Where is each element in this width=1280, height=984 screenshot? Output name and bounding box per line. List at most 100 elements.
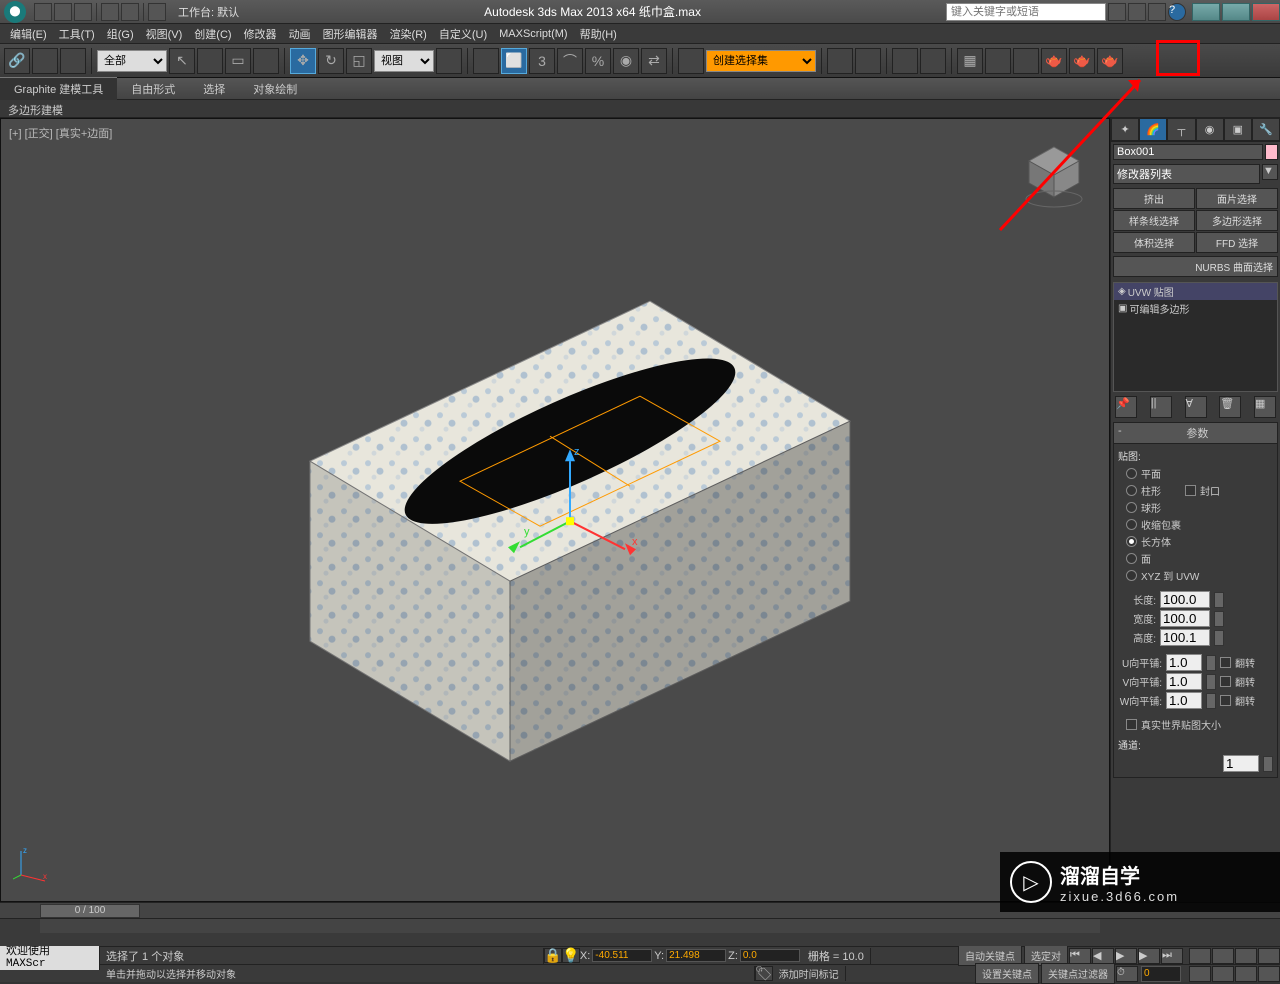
nav-fov-icon[interactable] — [1235, 948, 1257, 964]
modifier-list-dropdown[interactable]: 修改器列表 — [1113, 164, 1260, 184]
pivot-icon[interactable] — [436, 48, 462, 74]
menu-rendering[interactable]: 渲染(R) — [384, 24, 433, 44]
radio-xyz[interactable] — [1126, 570, 1137, 581]
modbtn-nurbs[interactable]: NURBS 曲面选择 — [1113, 256, 1278, 277]
ribbon-tab-freeform[interactable]: 自由形式 — [117, 78, 189, 100]
render-iter-icon[interactable]: 🫖 — [1097, 48, 1123, 74]
lock-selection-icon[interactable]: 🔒 — [544, 948, 562, 963]
cmd-tab-motion[interactable]: ◉ — [1196, 118, 1224, 141]
angle-snap-icon[interactable]: 3 — [529, 48, 555, 74]
ribbon-tab-objectpaint[interactable]: 对象绘制 — [239, 78, 311, 100]
nav-zoomall-icon[interactable] — [1212, 948, 1234, 964]
spinner-snap-icon[interactable]: % — [585, 48, 611, 74]
render-icon[interactable]: 🫖 — [1041, 48, 1067, 74]
remove-mod-icon[interactable]: 🗑 — [1219, 396, 1241, 418]
qat-open[interactable] — [54, 3, 72, 21]
stack-item-uvw[interactable]: ◈UVW 贴图 — [1114, 283, 1277, 300]
maximize-button[interactable] — [1222, 3, 1250, 21]
prev-frame-icon[interactable]: ◀ — [1092, 948, 1114, 964]
scale-tool-icon[interactable]: ◱ — [346, 48, 372, 74]
nav-orbit-icon[interactable] — [1235, 966, 1257, 982]
menu-maxscript[interactable]: MAXScript(M) — [493, 26, 573, 42]
modbtn-polysel[interactable]: 多边形选择 — [1196, 210, 1278, 231]
menu-tools[interactable]: 工具(T) — [53, 24, 101, 44]
qat-save[interactable] — [74, 3, 92, 21]
ribbon-tab-selection[interactable]: 选择 — [189, 78, 239, 100]
move-tool-icon[interactable]: ✥ — [290, 48, 316, 74]
keyfilter-button[interactable]: 关键点过滤器 — [1041, 963, 1115, 984]
utile-input[interactable] — [1166, 654, 1202, 671]
unlink-icon[interactable] — [32, 48, 58, 74]
cmd-tab-hierarchy[interactable]: ┬ — [1167, 118, 1195, 141]
radio-box[interactable] — [1126, 536, 1137, 547]
radio-face[interactable] — [1126, 553, 1137, 564]
wtile-input[interactable] — [1166, 692, 1202, 709]
realworld-checkbox[interactable] — [1126, 719, 1137, 730]
render-frame-icon[interactable] — [1013, 48, 1039, 74]
snap-icon[interactable]: ◉ — [613, 48, 639, 74]
wflip-checkbox[interactable] — [1220, 695, 1231, 706]
app-icon[interactable]: ⬤ — [4, 1, 26, 23]
percent-snap-icon[interactable]: ⌒ — [557, 48, 583, 74]
viewport[interactable]: [+] [正交] [真实+边面] — [0, 118, 1110, 902]
menu-animation[interactable]: 动画 — [283, 24, 317, 44]
modbtn-volsel[interactable]: 体积选择 — [1113, 232, 1195, 253]
select-icon[interactable]: ↖ — [169, 48, 195, 74]
object-color-swatch[interactable] — [1265, 144, 1278, 160]
width-spinner[interactable] — [1214, 611, 1224, 627]
radio-cylindrical[interactable] — [1126, 485, 1137, 496]
time-slider-handle[interactable]: 0 / 100 — [40, 904, 140, 918]
link-icon[interactable]: 🔗 — [4, 48, 30, 74]
vtile-input[interactable] — [1166, 673, 1202, 690]
ribbon-tab-graphite[interactable]: Graphite 建模工具 — [0, 77, 117, 100]
modifier-dropdown-arrow[interactable]: ▼ — [1262, 164, 1278, 180]
uflip-checkbox[interactable] — [1220, 657, 1231, 668]
tag-icon[interactable]: 🏷 — [755, 966, 773, 981]
bind-icon[interactable] — [60, 48, 86, 74]
curve-editor-icon[interactable] — [892, 48, 918, 74]
menu-grapheditors[interactable]: 图形编辑器 — [317, 24, 384, 44]
modbtn-extrude[interactable]: 挤出 — [1113, 188, 1195, 209]
menu-create[interactable]: 创建(C) — [188, 24, 237, 44]
menu-group[interactable]: 组(G) — [101, 24, 140, 44]
wtile-spinner[interactable] — [1206, 693, 1216, 709]
star-icon[interactable] — [1128, 3, 1146, 21]
workspace-label[interactable]: 工作台: 默认 — [178, 4, 239, 20]
exchange-icon[interactable] — [1148, 3, 1166, 21]
height-input[interactable] — [1160, 629, 1210, 646]
tissue-box-object[interactable]: z x y — [170, 241, 870, 801]
nav-region-icon[interactable] — [1212, 966, 1234, 982]
manipulate-icon[interactable] — [473, 48, 499, 74]
help-icon[interactable]: ? — [1168, 3, 1186, 21]
qat-undo[interactable] — [101, 3, 119, 21]
qat-redo[interactable] — [121, 3, 139, 21]
render-setup-icon[interactable] — [985, 48, 1011, 74]
align-icon[interactable] — [678, 48, 704, 74]
schematic-icon[interactable] — [920, 48, 946, 74]
cmd-tab-modify[interactable]: 🌈 — [1139, 118, 1167, 141]
radio-spherical[interactable] — [1126, 502, 1137, 513]
menu-views[interactable]: 视图(V) — [140, 24, 189, 44]
snap-toggle-icon[interactable]: ⬜ — [501, 48, 527, 74]
vflip-checkbox[interactable] — [1220, 676, 1231, 687]
channel-input[interactable] — [1223, 755, 1259, 772]
viewport-label[interactable]: [+] [正交] [真实+边面] — [9, 125, 112, 141]
make-unique-icon[interactable]: ∀ — [1185, 396, 1207, 418]
time-config-icon[interactable]: ⏱ — [1116, 966, 1138, 982]
configure-sets-icon[interactable]: ▦ — [1254, 396, 1276, 418]
radio-planar[interactable] — [1126, 468, 1137, 479]
menu-customize[interactable]: 自定义(U) — [433, 24, 493, 44]
render-prod-icon[interactable]: 🫖 — [1069, 48, 1095, 74]
ribbon-panel-label[interactable]: 多边形建模 — [0, 100, 1280, 118]
width-input[interactable] — [1160, 610, 1210, 627]
menu-edit[interactable]: 编辑(E) — [4, 24, 53, 44]
layer-icon[interactable] — [827, 48, 853, 74]
play-icon[interactable]: ▶ — [1115, 948, 1137, 964]
z-coord-input[interactable] — [740, 949, 800, 962]
select-name-icon[interactable] — [197, 48, 223, 74]
select-region-icon[interactable]: ▭ — [225, 48, 251, 74]
nav-maximize-icon[interactable] — [1258, 966, 1280, 982]
selection-filter-dropdown[interactable]: 全部 — [97, 50, 167, 72]
modbtn-ffdsel[interactable]: FFD 选择 — [1196, 232, 1278, 253]
close-button[interactable] — [1252, 3, 1280, 21]
